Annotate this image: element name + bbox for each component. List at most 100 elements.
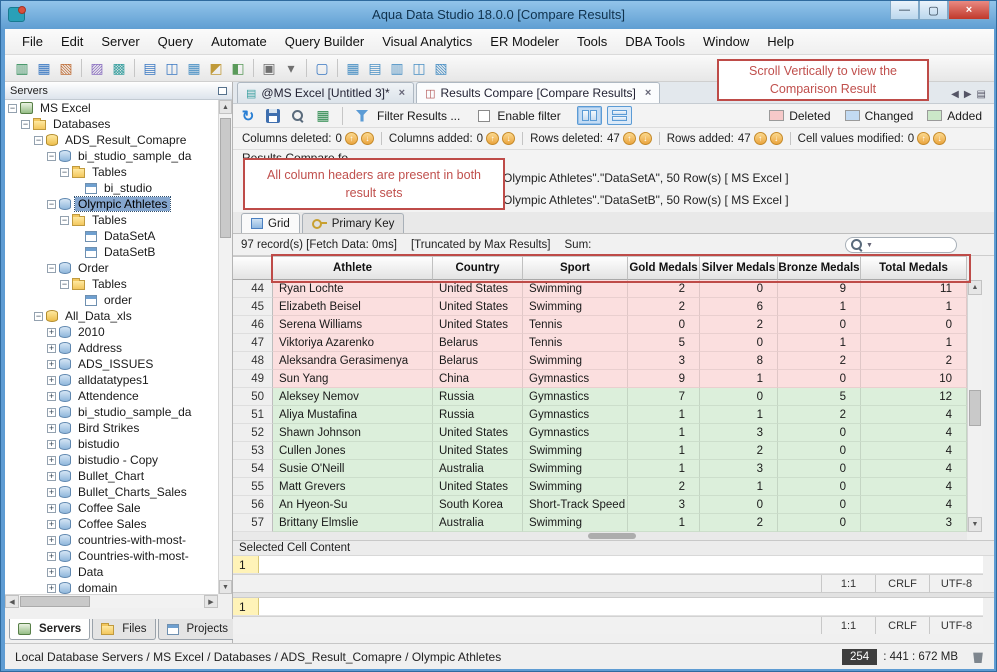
cell[interactable]: 3: [628, 352, 700, 370]
cell[interactable]: Australia: [433, 514, 523, 532]
paste-icon[interactable]: ▣: [258, 57, 280, 79]
row-number[interactable]: 57: [233, 514, 273, 532]
cell[interactable]: United States: [433, 442, 523, 460]
tab-results-compare-compare-results[interactable]: ◫ Results Compare [Compare Results] ×: [416, 82, 661, 103]
expander-minus-icon[interactable]: −: [60, 215, 69, 225]
cell[interactable]: Australia: [433, 460, 523, 478]
tree-node-2010[interactable]: +2010: [5, 324, 218, 340]
tree-node-bullet-charts-sales[interactable]: + Bullet_Charts_Sales: [5, 484, 218, 500]
tree-node-olympic-athletes[interactable]: − Olympic Athletes: [5, 196, 218, 212]
cell[interactable]: 2: [628, 298, 700, 316]
table-data-editor-icon[interactable]: ▦: [183, 57, 205, 79]
row-number[interactable]: 56: [233, 496, 273, 514]
cell[interactable]: 0: [778, 370, 861, 388]
menu-automate[interactable]: Automate: [202, 30, 276, 53]
cell[interactable]: United States: [433, 478, 523, 496]
tree-node-coffee-sale[interactable]: + Coffee Sale: [5, 500, 218, 516]
menu-edit[interactable]: Edit: [52, 30, 92, 53]
expander-plus-icon[interactable]: +: [47, 359, 56, 369]
cell[interactable]: United States: [433, 316, 523, 334]
cell[interactable]: 1: [700, 478, 778, 496]
close-button[interactable]: ×: [948, 1, 990, 20]
tree-node-dataseta[interactable]: DataSetA: [5, 228, 218, 244]
menu-query[interactable]: Query: [149, 30, 202, 53]
tree-node-bistudio-copy[interactable]: + bistudio - Copy: [5, 452, 218, 468]
expander-plus-icon[interactable]: +: [47, 407, 56, 417]
cell[interactable]: United States: [433, 298, 523, 316]
expander-minus-icon[interactable]: −: [47, 199, 56, 209]
cell[interactable]: 9: [628, 370, 700, 388]
tree-node-address[interactable]: + Address: [5, 340, 218, 356]
stat-down-icon[interactable]: ↓: [502, 132, 516, 145]
cell[interactable]: 2: [700, 514, 778, 532]
query-builder-icon[interactable]: ◫: [161, 57, 183, 79]
cell[interactable]: 1: [628, 406, 700, 424]
cell[interactable]: Swimming: [523, 298, 628, 316]
cell[interactable]: Gymnastics: [523, 424, 628, 442]
maximize-button[interactable]: ▢: [919, 1, 948, 20]
cell-value[interactable]: 1: [233, 556, 259, 573]
export-excel-icon[interactable]: ▦: [313, 106, 333, 126]
tree-node-alldatatypes1[interactable]: + alldatatypes1: [5, 372, 218, 388]
scrollbar-thumb[interactable]: [20, 596, 90, 607]
cell[interactable]: 12: [861, 388, 967, 406]
enable-filter-checkbox[interactable]: [478, 109, 491, 122]
tab-close-icon[interactable]: ×: [399, 87, 405, 99]
cell[interactable]: 4: [861, 406, 967, 424]
scroll-left-icon[interactable]: ◀: [5, 595, 19, 608]
column-header-sport[interactable]: Sport: [523, 256, 628, 280]
stat-up-icon[interactable]: ↑: [917, 132, 931, 145]
tree-node-data[interactable]: + Data: [5, 564, 218, 580]
cell[interactable]: Tennis: [523, 316, 628, 334]
new-window-icon[interactable]: ▢: [311, 57, 333, 79]
cell[interactable]: 1: [861, 298, 967, 316]
cell[interactable]: 4: [861, 460, 967, 478]
text-results-icon[interactable]: ▤: [364, 57, 386, 79]
tree-node-bi-studio[interactable]: bi_studio: [5, 180, 218, 196]
stat-up-icon[interactable]: ↑: [622, 132, 636, 145]
stacked-view-button[interactable]: [606, 106, 632, 125]
tree-node-bi-studio-sample-da[interactable]: + bi_studio_sample_da: [5, 404, 218, 420]
row-number[interactable]: 47: [233, 334, 273, 352]
cell-value[interactable]: 1: [233, 598, 259, 615]
cell[interactable]: 2: [700, 316, 778, 334]
stat-up-icon[interactable]: ↑: [486, 132, 500, 145]
cell[interactable]: 3: [861, 514, 967, 532]
column-header-country[interactable]: Country: [433, 256, 523, 280]
tree-node-bi-studio-sample-da[interactable]: − bi_studio_sample_da: [5, 148, 218, 164]
tab-ms-excel-untitled-3[interactable]: ▤ @MS Excel [Untitled 3]* ×: [237, 82, 415, 103]
tree-node-ms-excel[interactable]: − MS Excel: [5, 100, 218, 116]
menu-query-builder[interactable]: Query Builder: [276, 30, 373, 53]
print-preview-icon[interactable]: [288, 106, 308, 126]
cell[interactable]: China: [433, 370, 523, 388]
cell[interactable]: 1: [628, 514, 700, 532]
cell[interactable]: 0: [700, 280, 778, 298]
row-number[interactable]: 46: [233, 316, 273, 334]
cell[interactable]: South Korea: [433, 496, 523, 514]
tree-node-all-data-xls[interactable]: − All_Data_xls: [5, 308, 218, 324]
expander-plus-icon[interactable]: +: [47, 551, 56, 561]
chart-view-icon[interactable]: ▧: [430, 57, 452, 79]
row-number[interactable]: 50: [233, 388, 273, 406]
expander-plus-icon[interactable]: +: [47, 391, 56, 401]
tree-node-bistudio[interactable]: + bistudio: [5, 436, 218, 452]
cell[interactable]: 0: [700, 334, 778, 352]
tree-node-order[interactable]: order: [5, 292, 218, 308]
cell[interactable]: 3: [628, 496, 700, 514]
row-number[interactable]: 49: [233, 370, 273, 388]
form-editor-icon[interactable]: ◫: [408, 57, 430, 79]
tree-node-bullet-chart[interactable]: + Bullet_Chart: [5, 468, 218, 484]
register-server-icon[interactable]: ▥: [11, 57, 33, 79]
paste-dropdown-icon[interactable]: ▾: [280, 57, 302, 79]
menu-window[interactable]: Window: [694, 30, 758, 53]
query-analyzer-icon[interactable]: ▤: [139, 57, 161, 79]
save-results-icon[interactable]: [263, 106, 283, 126]
cell[interactable]: Aleksey Nemov: [273, 388, 433, 406]
cell[interactable]: 0: [778, 514, 861, 532]
row-number[interactable]: 54: [233, 460, 273, 478]
cell[interactable]: Gymnastics: [523, 388, 628, 406]
cell[interactable]: 10: [861, 370, 967, 388]
tree-node-databases[interactable]: − Databases: [5, 116, 218, 132]
export-wizard-icon[interactable]: ▩: [108, 57, 130, 79]
scroll-up-icon[interactable]: ▲: [219, 100, 232, 114]
